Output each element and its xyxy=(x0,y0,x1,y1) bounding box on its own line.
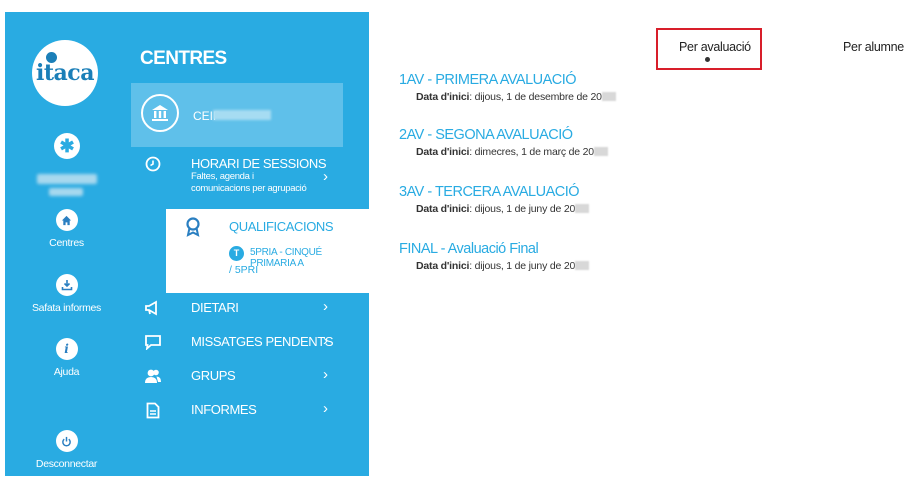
desconnectar-label: Desconnectar xyxy=(35,458,98,470)
group-code[interactable]: / 5PRI xyxy=(229,264,258,276)
main-menu: CENTRES CEIP HORARI DE SESSIONS Faltes, … xyxy=(128,12,369,476)
evaluation-name[interactable]: 3AV - TERCERA AVALUACIÓ xyxy=(399,184,589,200)
evaluation-item[interactable]: 1AV - PRIMERA AVALUACIÓ Data d'inici: di… xyxy=(399,72,616,103)
group-name[interactable]: 5PRIA - CINQUÉ PRIMARIA A xyxy=(250,247,369,269)
year-redacted xyxy=(575,261,590,270)
evaluation-name[interactable]: 2AV - SEGONA AVALUACIÓ xyxy=(399,127,608,143)
qualificacions-label: QUALIFICACIONS xyxy=(229,219,334,234)
info-icon: i xyxy=(55,338,78,360)
chevron-right-icon: › xyxy=(323,298,328,315)
evaluation-date: Data d'inici: dijous, 1 de juny de 20 xyxy=(416,260,590,272)
horari-sub2: comunicacions per agrupació xyxy=(191,183,307,194)
safata-informes-label: Safata informes xyxy=(31,302,102,314)
document-icon xyxy=(142,400,164,420)
date-value: : dijous, 1 de juny de 20 xyxy=(469,260,576,272)
missatges-label: MISSATGES PENDENTS xyxy=(191,334,334,349)
centre-name-redacted xyxy=(213,110,271,120)
selected-centre[interactable]: CEIP xyxy=(131,83,343,147)
date-label: Data d'inici xyxy=(416,203,470,215)
year-redacted xyxy=(575,204,590,213)
chevron-right-icon: › xyxy=(323,168,328,185)
power-icon xyxy=(55,430,78,452)
chevron-right-icon: › xyxy=(323,332,328,349)
download-tray-icon xyxy=(55,274,78,296)
centres-label: Centres xyxy=(49,237,84,249)
active-tab-indicator xyxy=(705,57,710,62)
evaluation-date: Data d'inici: dimecres, 1 de març de 20 xyxy=(416,146,608,158)
evaluation-name[interactable]: 1AV - PRIMERA AVALUACIÓ xyxy=(399,72,616,88)
horari-sublabel: Faltes, agenda i comunicacions per agrup… xyxy=(191,171,307,195)
date-value: : dimecres, 1 de març de 20 xyxy=(469,146,594,158)
horari-label: HORARI DE SESSIONS xyxy=(191,156,327,171)
tab-per-avaluacio[interactable]: Per avaluació xyxy=(679,40,751,54)
grups-label: GRUPS xyxy=(191,368,236,383)
safata-informes-button[interactable]: Safata informes xyxy=(5,274,128,314)
award-icon xyxy=(185,217,201,242)
centres-button[interactable]: Centres xyxy=(5,209,128,249)
users-icon xyxy=(142,366,164,386)
evaluation-item[interactable]: 2AV - SEGONA AVALUACIÓ Data d'inici: dim… xyxy=(399,127,608,158)
itaca-logo: itaca xyxy=(32,40,98,106)
user-name-redacted xyxy=(37,174,97,184)
app-shell: itaca ✱ Centres Safata informes i Ajuda … xyxy=(5,12,369,476)
desconnectar-button[interactable]: Desconnectar xyxy=(5,430,128,470)
menu-item-qualificacions[interactable]: QUALIFICACIONS T 5PRIA - CINQUÉ PRIMARIA… xyxy=(166,209,369,293)
evaluation-name[interactable]: FINAL - Avaluació Final xyxy=(399,241,589,257)
chevron-right-icon: › xyxy=(323,366,328,383)
tab-per-alumne[interactable]: Per alumne xyxy=(843,40,904,54)
user-info-redacted xyxy=(49,188,83,196)
evaluation-date: Data d'inici: dijous, 1 de desembre de 2… xyxy=(416,91,616,103)
horari-sub1: Faltes, agenda i xyxy=(191,171,254,182)
clock-icon xyxy=(142,154,164,174)
chevron-right-icon: › xyxy=(323,400,328,417)
megaphone-icon xyxy=(142,298,164,318)
home-icon xyxy=(55,209,78,231)
dietari-label: DIETARI xyxy=(191,300,239,315)
icon-rail: itaca ✱ Centres Safata informes i Ajuda … xyxy=(5,12,128,476)
institution-icon xyxy=(141,94,179,132)
evaluation-item[interactable]: FINAL - Avaluació Final Data d'inici: di… xyxy=(399,241,590,272)
ajuda-button[interactable]: i Ajuda xyxy=(5,338,128,378)
menu-title: CENTRES xyxy=(140,48,227,69)
logo-text: itaca xyxy=(36,60,94,86)
date-label: Data d'inici xyxy=(416,91,470,103)
year-redacted xyxy=(601,92,616,101)
date-label: Data d'inici xyxy=(416,146,470,158)
asterisk-icon[interactable]: ✱ xyxy=(54,133,80,159)
evaluation-date: Data d'inici: dijous, 1 de juny de 20 xyxy=(416,203,590,215)
date-value: : dijous, 1 de juny de 20 xyxy=(469,203,576,215)
date-value: : dijous, 1 de desembre de 20 xyxy=(469,91,602,103)
chat-icon xyxy=(142,332,164,352)
informes-label: INFORMES xyxy=(191,402,257,417)
group-type-badge: T xyxy=(229,246,244,261)
year-redacted xyxy=(593,147,608,156)
date-label: Data d'inici xyxy=(416,260,470,272)
ajuda-label: Ajuda xyxy=(53,366,80,378)
evaluation-item[interactable]: 3AV - TERCERA AVALUACIÓ Data d'inici: di… xyxy=(399,184,590,215)
